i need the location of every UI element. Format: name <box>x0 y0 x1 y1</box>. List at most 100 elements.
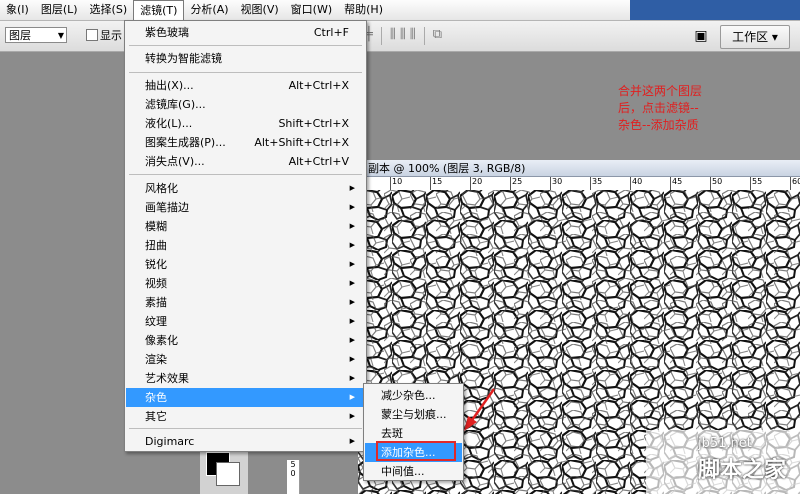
noise-submenu: 减少杂色... 蒙尘与划痕... 去斑 添加杂色... 中间值... <box>363 383 464 481</box>
menu-item-label: 图案生成器(P)... <box>145 136 226 149</box>
watermark-url: jb51.net <box>698 436 752 451</box>
menu-item-convert-smart-filter[interactable]: 转换为智能滤镜 <box>126 49 365 68</box>
distribute-right-icon[interactable]: ⫼ <box>410 27 416 45</box>
menu-item-brush-strokes[interactable]: 画笔描边 ▶ <box>126 198 365 217</box>
menu-item-last-filter[interactable]: 紫色玻璃 Ctrl+F <box>126 23 365 42</box>
menu-item-label: 锐化 <box>145 258 167 271</box>
menu-item-label: 滤镜库(G)... <box>145 98 206 111</box>
submenu-arrow-icon: ▶ <box>349 336 355 344</box>
menu-item-pattern-maker[interactable]: 图案生成器(P)... Alt+Shift+Ctrl+X <box>126 133 365 152</box>
ruler-tick: 45 <box>669 177 683 190</box>
distribute-left-icon[interactable]: ⫼ <box>390 27 396 45</box>
options-bar: 图层 ▼ 显示 ╪ ⫼ ⫼ ⫼ ⧉ ▣ 工作区 ▾ <box>0 21 800 52</box>
menu-divider <box>129 72 362 73</box>
submenu-arrow-icon: ▶ <box>349 184 355 192</box>
vertical-ruler: 5 0 <box>287 460 300 494</box>
annotation-note: 合并这两个图层 后，点击滤镜-- 杂色--添加杂质 <box>618 83 768 134</box>
menu-item-label: 素描 <box>145 296 167 309</box>
menu-view[interactable]: 视图(V) <box>235 1 285 19</box>
menu-item-distort[interactable]: 扭曲 ▶ <box>126 236 365 255</box>
separator <box>423 27 425 45</box>
menu-item-label: 纹理 <box>145 315 167 328</box>
palette-well-icon[interactable]: ▣ <box>690 26 712 46</box>
ruler-tick: 35 <box>589 177 603 190</box>
ruler-tick: 20 <box>469 177 483 190</box>
ruler-tick: 60 <box>789 177 800 190</box>
menu-item-shortcut: Alt+Shift+Ctrl+X <box>254 136 349 149</box>
red-arrow-icon <box>464 388 496 431</box>
menu-item-sharpen[interactable]: 锐化 ▶ <box>126 255 365 274</box>
menu-divider <box>129 174 362 175</box>
ruler-tick: 50 <box>709 177 723 190</box>
menu-item-liquify[interactable]: 液化(L)... Shift+Ctrl+X <box>126 114 365 133</box>
annotation-line: 合并这两个图层 <box>618 84 703 98</box>
menu-item-label: 抽出(X)... <box>145 79 194 92</box>
menu-layer[interactable]: 图层(L) <box>35 1 84 19</box>
menu-divider <box>129 428 362 429</box>
menu-item-label: 渲染 <box>145 353 167 366</box>
menu-window[interactable]: 窗口(W) <box>285 1 338 19</box>
menu-item-shortcut: Ctrl+F <box>313 26 349 39</box>
submenu-item-median[interactable]: 中间值... <box>365 462 462 481</box>
ruler-tick: 30 <box>549 177 563 190</box>
menu-help[interactable]: 帮助(H) <box>338 1 389 19</box>
menu-item-label: 转换为智能滤镜 <box>145 52 222 65</box>
show-transform-checkbox[interactable]: 显示 <box>86 27 122 43</box>
menu-item-filter-gallery[interactable]: 滤镜库(G)... <box>126 95 365 114</box>
submenu-arrow-icon: ▶ <box>349 222 355 230</box>
menu-item-label: 艺术效果 <box>145 372 189 385</box>
menu-item-sketch[interactable]: 素描 ▶ <box>126 293 365 312</box>
menu-item-extract[interactable]: 抽出(X)... Alt+Ctrl+X <box>126 76 365 95</box>
submenu-item-dust-scratches[interactable]: 蒙尘与划痕... <box>365 405 462 424</box>
separator <box>380 27 382 45</box>
menu-item-stylize[interactable]: 风格化 ▶ <box>126 179 365 198</box>
menu-select[interactable]: 选择(S) <box>84 1 134 19</box>
menu-item-blur[interactable]: 模糊 ▶ <box>126 217 365 236</box>
highlight-box <box>376 441 456 461</box>
menu-item-artistic[interactable]: 艺术效果 ▶ <box>126 369 365 388</box>
menu-item-render[interactable]: 渲染 ▶ <box>126 350 365 369</box>
layer-select[interactable]: 图层 ▼ <box>5 27 67 43</box>
submenu-arrow-icon: ▶ <box>349 355 355 363</box>
menu-item-vanishing-point[interactable]: 消失点(V)... Alt+Ctrl+V <box>126 152 365 171</box>
submenu-arrow-icon: ▶ <box>349 241 355 249</box>
menu-item-video[interactable]: 视频 ▶ <box>126 274 365 293</box>
show-label: 显示 <box>100 29 122 42</box>
menu-item-digimarc[interactable]: Digimarc ▶ <box>126 432 365 451</box>
menu-item-label: 视频 <box>145 277 167 290</box>
menu-image[interactable]: 象(I) <box>0 1 35 19</box>
menu-item-shortcut: Alt+Ctrl+X <box>288 79 349 92</box>
menu-item-label: 紫色玻璃 <box>145 26 189 39</box>
background-color-swatch[interactable] <box>216 462 240 486</box>
submenu-arrow-icon: ▶ <box>349 412 355 420</box>
submenu-arrow-icon: ▶ <box>349 374 355 382</box>
menu-analysis[interactable]: 分析(A) <box>184 1 234 19</box>
menu-item-shortcut: Alt+Ctrl+V <box>288 155 349 168</box>
layer-select-value: 图层 <box>9 29 31 42</box>
document-title[interactable]: 副本 @ 100% (图层 3, RGB/8) <box>358 160 800 177</box>
workspace-button[interactable]: 工作区 ▾ <box>720 25 790 49</box>
auto-align-icon[interactable]: ⧉ <box>433 27 442 45</box>
ruler-tick: 15 <box>429 177 443 190</box>
distribute-center-icon[interactable]: ⫼ <box>400 27 406 45</box>
submenu-arrow-icon: ▶ <box>349 393 355 401</box>
menu-item-other[interactable]: 其它 ▶ <box>126 407 365 426</box>
menu-item-pixelate[interactable]: 像素化 ▶ <box>126 331 365 350</box>
menu-item-noise[interactable]: 杂色 ▶ <box>126 388 365 407</box>
ruler-tick: 55 <box>749 177 763 190</box>
menu-item-label: 模糊 <box>145 220 167 233</box>
ruler-tick: 0 <box>290 469 296 478</box>
ruler-tick: 40 <box>629 177 643 190</box>
submenu-item-reduce-noise[interactable]: 减少杂色... <box>365 386 462 405</box>
ruler-tick: 10 <box>389 177 403 190</box>
ruler-tick: 25 <box>509 177 523 190</box>
submenu-arrow-icon: ▶ <box>349 260 355 268</box>
menu-item-label: 液化(L)... <box>145 117 193 130</box>
menu-item-label: 风格化 <box>145 182 178 195</box>
menu-item-label: 杂色 <box>145 391 167 404</box>
menu-bar: 象(I) 图层(L) 选择(S) 滤镜(T) 分析(A) 视图(V) 窗口(W)… <box>0 0 800 21</box>
menu-item-label: 像素化 <box>145 334 178 347</box>
menu-item-label: 扭曲 <box>145 239 167 252</box>
menu-filter[interactable]: 滤镜(T) <box>133 0 185 20</box>
menu-item-texture[interactable]: 纹理 ▶ <box>126 312 365 331</box>
